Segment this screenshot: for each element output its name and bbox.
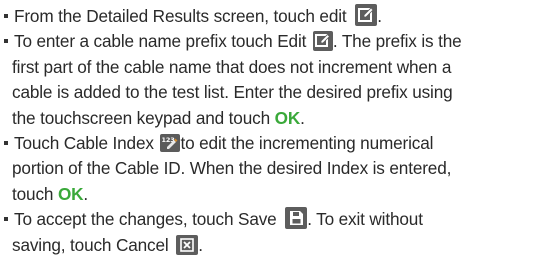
list-item: Touch Cable Index 123 to edit the increm… [4, 131, 540, 156]
item2-line4: the touchscreen keypad and touch OK. [4, 106, 540, 131]
item2-line2: first part of the cable name that does n… [12, 56, 452, 77]
ok-label: OK [274, 107, 301, 128]
item2-pre: To enter a cable name prefix touch Edit [14, 31, 307, 52]
item3-line3: touch OK. [4, 182, 540, 207]
item2-line4-pre: the touchscreen keypad and touch [12, 107, 270, 128]
item4-post: . To exit without [307, 209, 423, 230]
item1-trail: . [377, 6, 382, 26]
bullet [4, 217, 8, 222]
bullet [4, 14, 8, 18]
item2-line4-post: . [300, 107, 305, 128]
edit-icon [312, 31, 333, 52]
item4-line2-pre: saving, touch Cancel [12, 234, 169, 255]
instructions-list: From the Detailed Results screen, touch … [4, 4, 540, 258]
item3-post: to edit the incrementing numerical [180, 132, 434, 153]
item3-pre: Touch Cable Index [14, 132, 154, 153]
item3-line3-pre: touch [12, 183, 54, 204]
cancel-icon [176, 234, 199, 255]
list-item: To accept the changes, touch Save . To e… [4, 207, 540, 232]
list-item: To enter a cable name prefix touch Edit … [4, 29, 540, 54]
item4-line2-post: . [198, 234, 203, 255]
item4-line2: saving, touch Cancel . [4, 233, 540, 258]
item4-pre: To accept the changes, touch Save [14, 209, 277, 230]
list-item: From the Detailed Results screen, touch … [4, 4, 540, 29]
bullet [4, 39, 8, 44]
item3-line2: portion of the Cable ID. When the desire… [12, 158, 452, 179]
cable-index-icon: 123 [160, 133, 181, 152]
save-icon [285, 207, 308, 230]
ok-label: OK [57, 183, 84, 204]
item2-post: . The prefix is the [332, 31, 462, 52]
item3-line3-post: . [83, 183, 89, 204]
edit-icon [355, 4, 378, 26]
bullet [4, 140, 8, 145]
item2-line3: cable is added to the test list. Enter t… [12, 82, 453, 103]
item1-text: From the Detailed Results screen, touch … [14, 6, 347, 26]
